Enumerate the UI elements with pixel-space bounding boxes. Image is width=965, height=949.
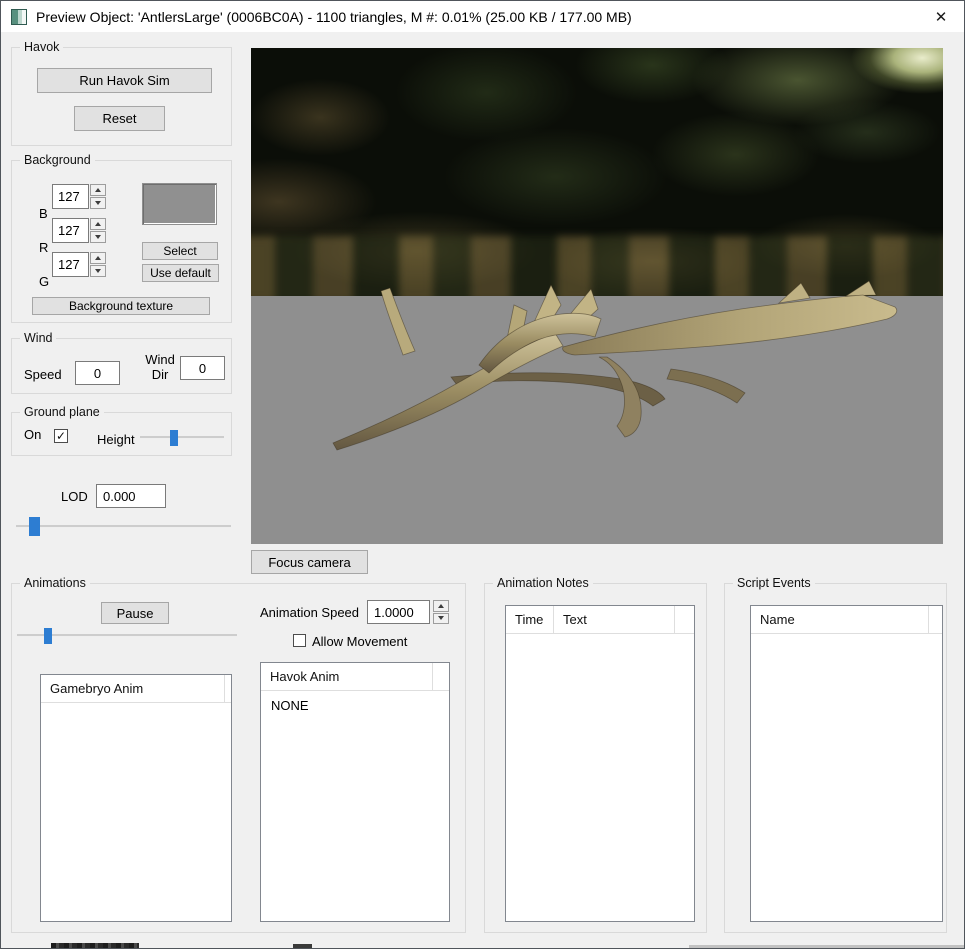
allow-movement-checkbox[interactable] [293, 634, 306, 647]
animations-group: Animations Pause Animation Speed 1.0000 … [11, 576, 466, 933]
spin-down-button[interactable] [90, 265, 106, 277]
slider-thumb[interactable] [170, 430, 178, 446]
script-events-table[interactable]: Name [750, 605, 943, 922]
gamebryo-anim-list[interactable]: Gamebryo Anim [40, 674, 232, 922]
lod-input[interactable]: 0.000 [96, 484, 166, 508]
slider-thumb[interactable] [44, 628, 52, 644]
background-window-artifact [689, 945, 964, 948]
animation-speed-label: Animation Speed [260, 605, 360, 620]
wind-dir-label: Wind Dir [145, 352, 175, 382]
background-texture-button[interactable]: Background texture [32, 297, 210, 315]
background-r-spinner[interactable]: 127 [52, 218, 106, 243]
animations-group-label: Animations [20, 576, 90, 590]
slider-thumb[interactable] [29, 517, 40, 536]
background-window-artifact [293, 944, 312, 948]
background-group: Background 127 B 127 R 127 G Select Use … [11, 153, 232, 323]
antlers-model [332, 280, 898, 451]
background-group-label: Background [20, 153, 95, 167]
background-g-spinner[interactable]: 127 [52, 252, 106, 277]
arrow-down-icon [95, 201, 101, 205]
animation-notes-group: Animation Notes Time Text [484, 576, 707, 933]
animation-position-slider[interactable] [17, 628, 237, 644]
focus-camera-button[interactable]: Focus camera [251, 550, 368, 574]
select-color-button[interactable]: Select [142, 242, 218, 260]
run-havok-sim-button[interactable]: Run Havok Sim [37, 68, 212, 93]
background-b-value[interactable]: 127 [52, 184, 89, 209]
havok-anim-list[interactable]: Havok Anim NONE [260, 662, 450, 922]
spin-up-button[interactable] [90, 218, 106, 230]
havok-anim-column-header[interactable]: Havok Anim [261, 663, 433, 690]
spin-up-button[interactable] [433, 600, 449, 612]
animation-notes-table[interactable]: Time Text [505, 605, 695, 922]
title-bar[interactable]: Preview Object: 'AntlersLarge' (0006BC0A… [1, 1, 964, 32]
list-item[interactable]: NONE [261, 691, 449, 713]
background-texture-image [251, 48, 943, 296]
name-column-header[interactable]: Name [751, 606, 929, 633]
background-g-value[interactable]: 127 [52, 252, 89, 277]
allow-movement-label: Allow Movement [312, 634, 408, 649]
ground-on-label: On [24, 427, 42, 442]
wind-group: Wind Speed 0 Wind Dir 0 [11, 331, 232, 394]
arrow-down-icon [95, 235, 101, 239]
background-r-value[interactable]: 127 [52, 218, 89, 243]
arrow-down-icon [438, 616, 444, 621]
animation-notes-group-label: Animation Notes [493, 576, 593, 590]
close-button[interactable]: ✕ [918, 1, 964, 32]
background-b-label: B [39, 206, 48, 221]
use-default-button[interactable]: Use default [142, 264, 219, 282]
wind-speed-input[interactable]: 0 [75, 361, 120, 385]
wind-dir-input[interactable]: 0 [180, 356, 225, 380]
spin-down-button[interactable] [90, 197, 106, 209]
script-events-group-label: Script Events [733, 576, 815, 590]
script-events-group: Script Events Name [724, 576, 947, 933]
wind-group-label: Wind [20, 331, 57, 345]
ground-plane-group: Ground plane On ✓ Height [11, 405, 232, 456]
arrow-up-icon [95, 222, 101, 226]
arrow-up-icon [95, 188, 101, 192]
ground-plane-group-label: Ground plane [20, 405, 104, 419]
background-color-swatch [142, 183, 217, 225]
window-title: Preview Object: 'AntlersLarge' (0006BC0A… [36, 8, 632, 25]
window-icon [11, 8, 27, 25]
ground-height-slider[interactable] [140, 430, 224, 446]
preview-object-window: Preview Object: 'AntlersLarge' (0006BC0A… [0, 0, 965, 949]
pause-button[interactable]: Pause [101, 602, 169, 624]
wind-speed-label: Speed [24, 367, 62, 382]
background-b-spinner[interactable]: 127 [52, 184, 106, 209]
gamebryo-anim-column-header[interactable]: Gamebryo Anim [41, 675, 225, 702]
preview-viewport[interactable] [251, 48, 943, 544]
havok-group: Havok Run Havok Sim Reset [11, 40, 232, 146]
background-window-artifact [51, 943, 139, 948]
background-g-label: G [39, 274, 50, 289]
arrow-up-icon [438, 603, 444, 608]
time-column-header[interactable]: Time [506, 606, 554, 633]
animation-speed-spin[interactable] [433, 600, 449, 624]
slider-track [140, 436, 224, 439]
lod-label: LOD [61, 489, 88, 504]
lod-slider[interactable] [16, 517, 231, 536]
spin-down-button[interactable] [433, 612, 449, 624]
reset-button[interactable]: Reset [74, 106, 165, 131]
text-column-header[interactable]: Text [554, 606, 675, 633]
havok-group-label: Havok [20, 40, 64, 54]
spin-down-button[interactable] [90, 231, 106, 243]
ground-height-label: Height [97, 432, 135, 447]
animation-speed-input[interactable]: 1.0000 [367, 600, 430, 624]
arrow-down-icon [95, 269, 101, 273]
arrow-up-icon [95, 256, 101, 260]
slider-track [16, 524, 231, 528]
ground-on-checkbox[interactable]: ✓ [54, 429, 68, 443]
close-icon: ✕ [934, 8, 948, 26]
spin-up-button[interactable] [90, 252, 106, 264]
spin-up-button[interactable] [90, 184, 106, 196]
background-r-label: R [39, 240, 49, 255]
